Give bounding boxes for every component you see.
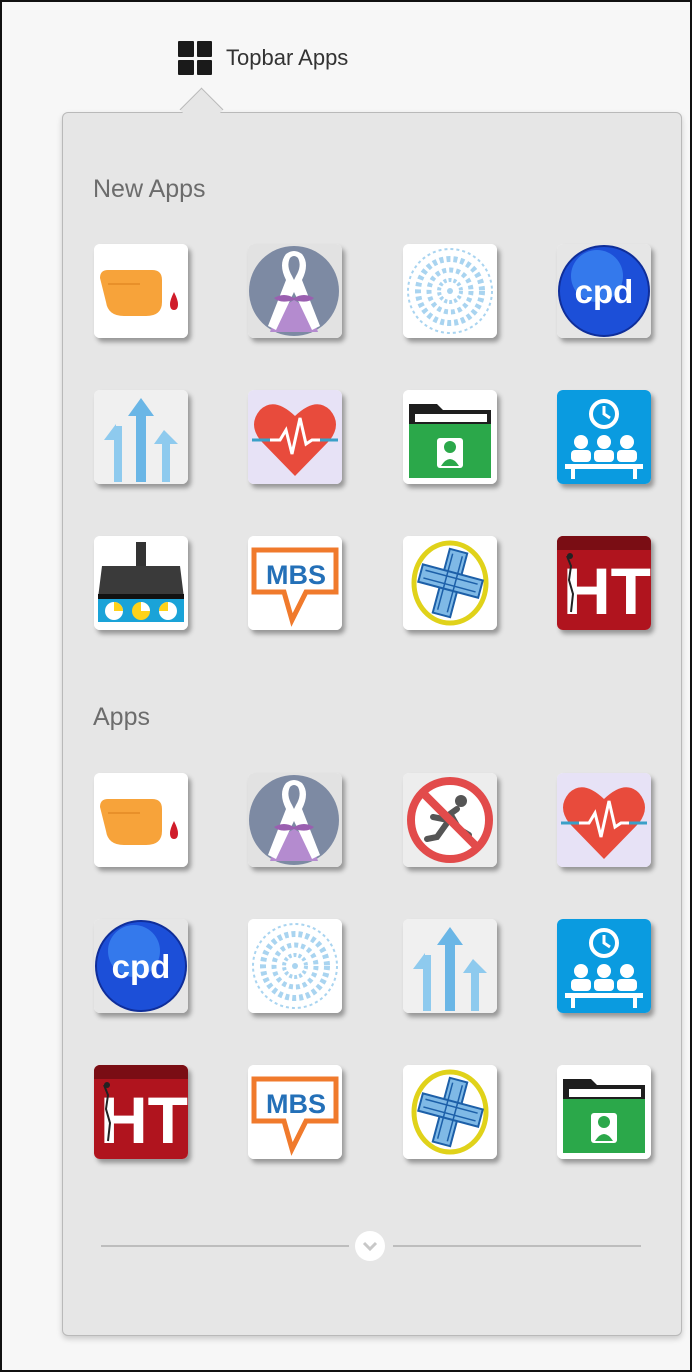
app-tile-cpd[interactable]: cpd bbox=[557, 244, 651, 338]
arrows-up-icon bbox=[403, 919, 497, 1013]
waiting-room-icon bbox=[557, 390, 651, 484]
topbar-label: Topbar Apps bbox=[226, 45, 349, 70]
app-tile-patient-folder[interactable] bbox=[557, 1065, 651, 1159]
app-tile-no-falling[interactable] bbox=[403, 773, 497, 867]
svg-text:MBS: MBS bbox=[266, 1089, 326, 1119]
app-tile-mbs[interactable]: MBS bbox=[248, 1065, 342, 1159]
app-tile-machine-chart[interactable] bbox=[94, 536, 188, 630]
topbar-apps-button[interactable]: Topbar Apps bbox=[178, 40, 348, 76]
app-tile-patient-folder[interactable] bbox=[403, 390, 497, 484]
apps-panel: New Apps cpd MBS HT Apps cpd HT MBS bbox=[62, 112, 682, 1336]
medical-cross-icon bbox=[403, 536, 497, 630]
app-tile-heart-pulse[interactable] bbox=[557, 773, 651, 867]
app-tile-finger-blood[interactable] bbox=[94, 773, 188, 867]
ribbon-mustache-icon bbox=[248, 244, 342, 338]
app-tile-waiting-room[interactable] bbox=[557, 390, 651, 484]
ht-icon: HT bbox=[557, 536, 651, 630]
svg-text:cpd: cpd bbox=[575, 273, 634, 310]
waiting-room-icon bbox=[557, 919, 651, 1013]
heart-pulse-icon bbox=[248, 390, 342, 484]
app-tile-medical-cross[interactable] bbox=[403, 1065, 497, 1159]
finger-blood-icon bbox=[94, 773, 188, 867]
machine-chart-icon bbox=[94, 536, 188, 630]
no-falling-icon bbox=[403, 773, 497, 867]
app-tile-arrows-up[interactable] bbox=[403, 919, 497, 1013]
patient-folder-icon bbox=[403, 390, 497, 484]
svg-text:cpd: cpd bbox=[112, 948, 171, 985]
ribbon-mustache-icon bbox=[248, 773, 342, 867]
grid-icon bbox=[178, 41, 212, 75]
svg-text:HT: HT bbox=[100, 1083, 188, 1157]
medical-cross-icon bbox=[403, 1065, 497, 1159]
section-title-apps: Apps bbox=[93, 703, 150, 731]
chevron-down-icon bbox=[362, 1241, 378, 1252]
app-tile-ribbon-mustache[interactable] bbox=[248, 244, 342, 338]
dot-circle-icon bbox=[248, 919, 342, 1013]
app-tile-finger-blood[interactable] bbox=[94, 244, 188, 338]
cpd-icon: cpd bbox=[557, 244, 651, 338]
dot-circle-icon bbox=[403, 244, 497, 338]
app-tile-ht[interactable]: HT bbox=[557, 536, 651, 630]
app-tile-heart-pulse[interactable] bbox=[248, 390, 342, 484]
heart-pulse-icon bbox=[557, 773, 651, 867]
app-tile-cpd[interactable]: cpd bbox=[94, 919, 188, 1013]
section-title-new-apps: New Apps bbox=[93, 175, 206, 203]
ht-icon: HT bbox=[94, 1065, 188, 1159]
app-tile-waiting-room[interactable] bbox=[557, 919, 651, 1013]
app-tile-dot-circle[interactable] bbox=[403, 244, 497, 338]
app-tile-ribbon-mustache[interactable] bbox=[248, 773, 342, 867]
divider-right bbox=[393, 1245, 641, 1247]
app-tile-mbs[interactable]: MBS bbox=[248, 536, 342, 630]
finger-blood-icon bbox=[94, 244, 188, 338]
mbs-icon: MBS bbox=[248, 536, 342, 630]
svg-text:MBS: MBS bbox=[266, 560, 326, 590]
mbs-icon: MBS bbox=[248, 1065, 342, 1159]
app-tile-medical-cross[interactable] bbox=[403, 536, 497, 630]
app-tile-arrows-up[interactable] bbox=[94, 390, 188, 484]
arrows-up-icon bbox=[94, 390, 188, 484]
expand-button[interactable] bbox=[355, 1231, 385, 1261]
divider-left bbox=[101, 1245, 349, 1247]
app-frame: Topbar Apps New Apps cpd MBS HT Apps cpd… bbox=[0, 0, 692, 1372]
app-tile-ht[interactable]: HT bbox=[94, 1065, 188, 1159]
patient-folder-icon bbox=[557, 1065, 651, 1159]
app-tile-dot-circle[interactable] bbox=[248, 919, 342, 1013]
svg-text:HT: HT bbox=[563, 554, 651, 628]
cpd-icon: cpd bbox=[94, 919, 188, 1013]
